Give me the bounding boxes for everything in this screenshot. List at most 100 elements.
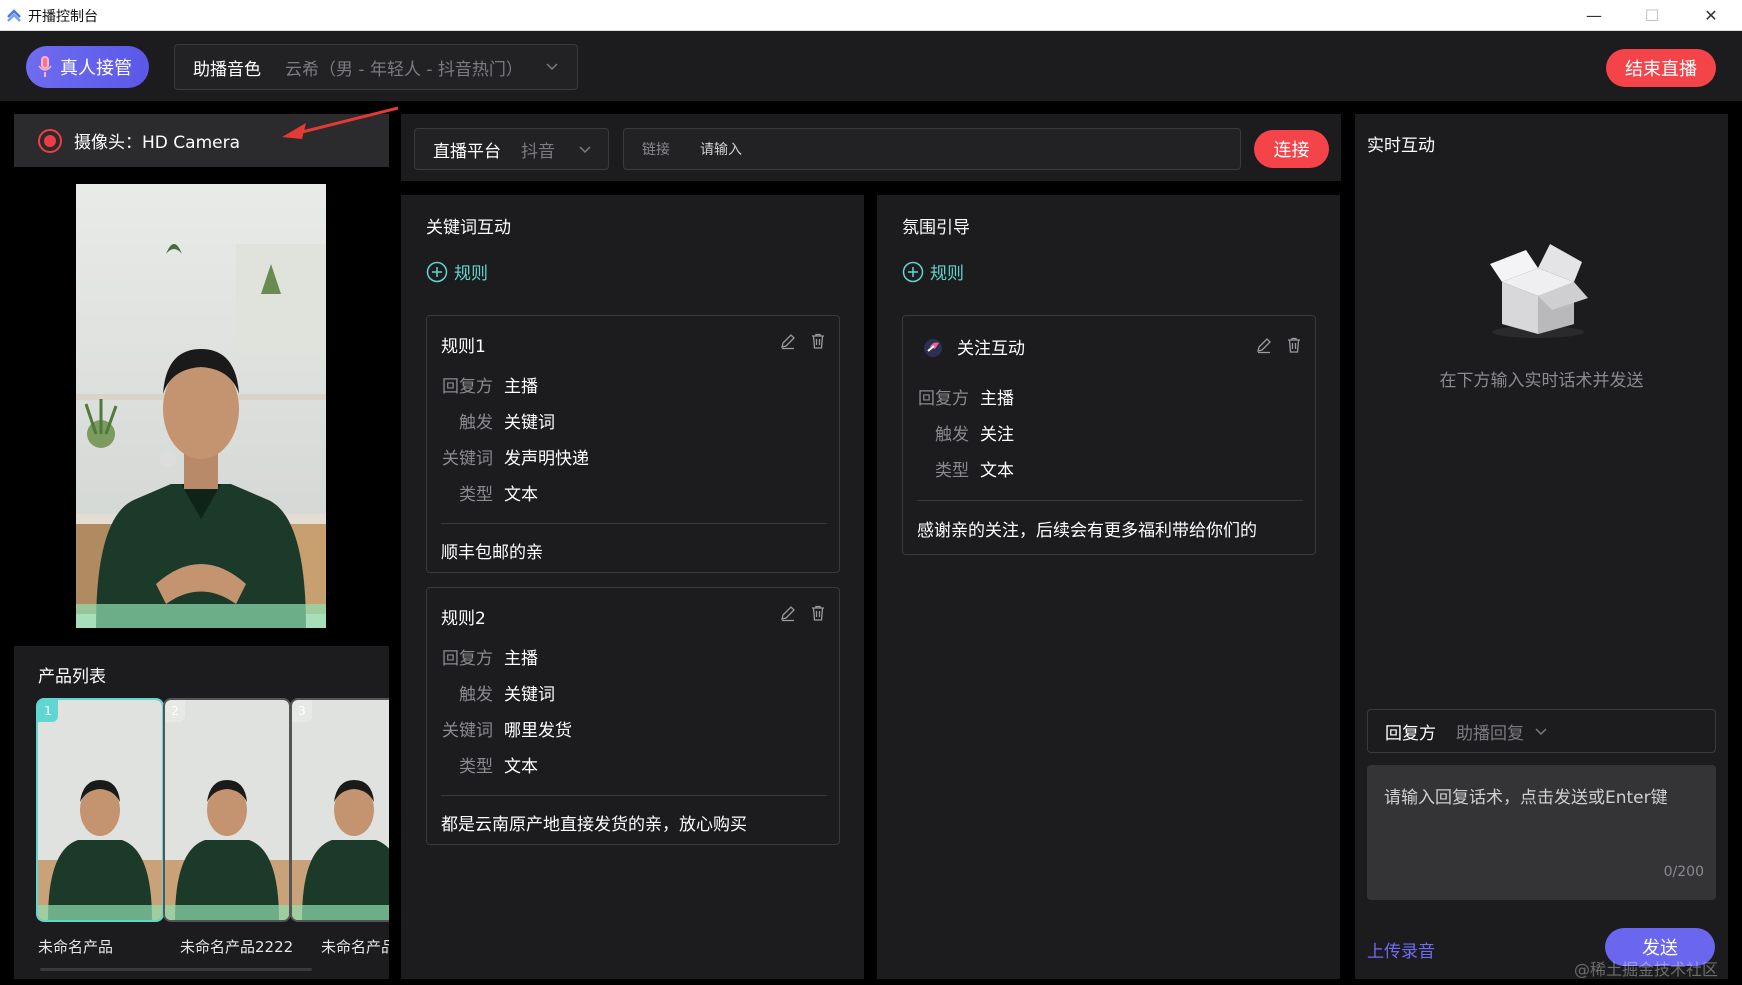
reply-textarea[interactable]: 请输入回复话术，点击发送或Enter键 0/200 xyxy=(1367,765,1716,900)
field-value: 哪里发货 xyxy=(504,721,572,741)
connect-button[interactable]: 连接 xyxy=(1254,130,1329,168)
replier-label: 回复方 xyxy=(1385,723,1436,744)
keyword-interaction-panel: 关键词互动 规则 规则1 回复方 主播 触发 关键词 关键词 发声明快递 类型 文本 顺… xyxy=(401,195,864,979)
empty-box-icon xyxy=(1490,244,1588,338)
product-thumbnail xyxy=(165,700,289,920)
rule-card: 规则2 回复方 主播 触发 关键词 关键词 哪里发货 类型 文本 都是云南原产地直接发货… xyxy=(426,587,840,845)
product-index: 1 xyxy=(38,700,58,722)
rule-card: 关注互动 回复方 主播 触发 关注 类型 文本 感谢亲的关注，后续会有更多福利带给你们… xyxy=(902,315,1316,555)
empty-state-text: 在下方输入实时话术并发送 xyxy=(1439,371,1644,391)
follow-heart-icon xyxy=(924,338,942,357)
add-rule-button[interactable]: 规则 xyxy=(902,259,964,284)
product-card[interactable]: 2 xyxy=(163,698,291,922)
divider xyxy=(441,795,827,796)
reply-text: 感谢亲的关注，后续会有更多福利带给你们的 xyxy=(917,521,1257,541)
divider xyxy=(441,523,827,524)
reply-placeholder: 请输入回复话术，点击发送或Enter键 xyxy=(1384,788,1668,808)
field-value: 文本 xyxy=(980,461,1014,481)
add-rule-label: 规则 xyxy=(930,264,964,284)
product-index: 3 xyxy=(292,700,312,722)
product-list-scrollbar[interactable] xyxy=(40,968,312,971)
app-logo-icon xyxy=(7,9,21,22)
field-value: 文本 xyxy=(504,757,538,777)
link-placeholder: 请输入 xyxy=(700,142,742,158)
realtime-interaction-panel: 实时互动 在下方输入实时话术并发送 回复方 助播回复 请输入回复话术，点击发送或… xyxy=(1355,114,1728,979)
product-list-title: 产品列表 xyxy=(38,667,106,687)
human-takeover-label: 真人接管 xyxy=(60,58,132,79)
close-button[interactable]: ✕ xyxy=(1682,0,1740,31)
edit-icon[interactable] xyxy=(779,332,797,350)
camera-preview xyxy=(76,184,326,628)
plus-circle-icon xyxy=(426,261,448,282)
field-key: 类型 xyxy=(935,461,969,481)
edit-icon[interactable] xyxy=(779,604,797,622)
maximize-button[interactable]: ☐ xyxy=(1623,0,1681,31)
left-column: 摄像头：HD Camera 产品列表 1 2 3 未命名产品 未命名产品2222… xyxy=(14,114,389,979)
delete-icon[interactable] xyxy=(1285,336,1303,354)
top-toolbar: 真人接管 助播音色 云希（男 - 年轻人 - 抖音热门） 结束直播 xyxy=(0,31,1742,101)
delete-icon[interactable] xyxy=(809,332,827,350)
assistant-voice-select[interactable]: 助播音色 云希（男 - 年轻人 - 抖音热门） xyxy=(174,44,578,90)
platform-select[interactable]: 直播平台 抖音 xyxy=(414,128,609,170)
assistant-voice-label: 助播音色 xyxy=(193,59,261,80)
upload-recording-link[interactable]: 上传录音 xyxy=(1367,937,1435,962)
field-value: 文本 xyxy=(504,485,538,505)
window-title: 开播控制台 xyxy=(28,9,98,25)
assistant-voice-value: 云希（男 - 年轻人 - 抖音热门） xyxy=(285,59,523,80)
rule-title: 规则1 xyxy=(441,337,486,357)
product-card[interactable]: 3 xyxy=(290,698,389,922)
field-key: 关键词 xyxy=(442,721,493,741)
product-name: 未命名产品 xyxy=(38,938,114,956)
field-key: 类型 xyxy=(459,757,493,777)
field-key: 触发 xyxy=(459,413,493,433)
end-live-button[interactable]: 结束直播 xyxy=(1606,49,1716,87)
field-value: 主播 xyxy=(980,389,1014,409)
field-key: 回复方 xyxy=(918,389,969,409)
field-value: 主播 xyxy=(504,649,538,669)
microphone-icon xyxy=(38,56,52,77)
product-name: 未命名产品 xyxy=(321,938,389,956)
product-thumbnail xyxy=(38,700,162,920)
field-value: 关注 xyxy=(980,425,1014,445)
panel-title: 实时互动 xyxy=(1367,136,1435,156)
field-key: 关键词 xyxy=(442,449,493,469)
field-value: 关键词 xyxy=(504,413,555,433)
rule-title: 规则2 xyxy=(441,609,486,629)
field-key: 触发 xyxy=(935,425,969,445)
rule-title: 关注互动 xyxy=(957,339,1025,359)
plus-circle-icon xyxy=(902,261,924,282)
panel-title: 氛围引导 xyxy=(902,218,970,238)
platform-value: 抖音 xyxy=(521,141,555,162)
product-card[interactable]: 1 xyxy=(36,698,164,922)
annotation-arrow-icon xyxy=(282,106,399,139)
divider xyxy=(917,500,1303,501)
reply-text: 顺丰包邮的亲 xyxy=(441,543,543,563)
field-value: 主播 xyxy=(504,377,538,397)
edit-icon[interactable] xyxy=(1255,336,1273,354)
link-label: 链接 xyxy=(642,142,670,158)
panel-title: 关键词互动 xyxy=(426,218,511,238)
product-name: 未命名产品2222 xyxy=(180,938,294,956)
atmosphere-guide-panel: 氛围引导 规则 关注互动 回复方 主播 触发 关注 类型 文本 感谢亲的关注，后续会有… xyxy=(877,195,1340,979)
live-link-input[interactable]: 链接 请输入 xyxy=(623,128,1241,170)
human-takeover-button[interactable]: 真人接管 xyxy=(26,46,149,88)
product-index: 2 xyxy=(165,700,185,722)
add-rule-label: 规则 xyxy=(454,264,488,284)
platform-label: 直播平台 xyxy=(433,141,501,162)
connection-bar: 直播平台 抖音 链接 请输入 连接 xyxy=(401,114,1341,181)
field-key: 回复方 xyxy=(442,649,493,669)
add-rule-button[interactable]: 规则 xyxy=(426,259,488,284)
replier-value: 助播回复 xyxy=(1456,723,1524,744)
field-key: 触发 xyxy=(459,685,493,705)
rule-card: 规则1 回复方 主播 触发 关键词 关键词 发声明快递 类型 文本 顺丰包邮的亲 xyxy=(426,315,840,573)
char-counter: 0/200 xyxy=(1663,864,1704,880)
delete-icon[interactable] xyxy=(809,604,827,622)
replier-select[interactable]: 回复方 助播回复 xyxy=(1367,709,1716,753)
minimize-button[interactable]: — xyxy=(1565,0,1623,31)
field-key: 类型 xyxy=(459,485,493,505)
chevron-down-icon xyxy=(546,63,558,71)
record-indicator-icon[interactable] xyxy=(38,128,62,153)
field-key: 回复方 xyxy=(442,377,493,397)
rule-title-wrap: 关注互动 xyxy=(921,334,1025,359)
product-thumbnail xyxy=(292,700,389,920)
